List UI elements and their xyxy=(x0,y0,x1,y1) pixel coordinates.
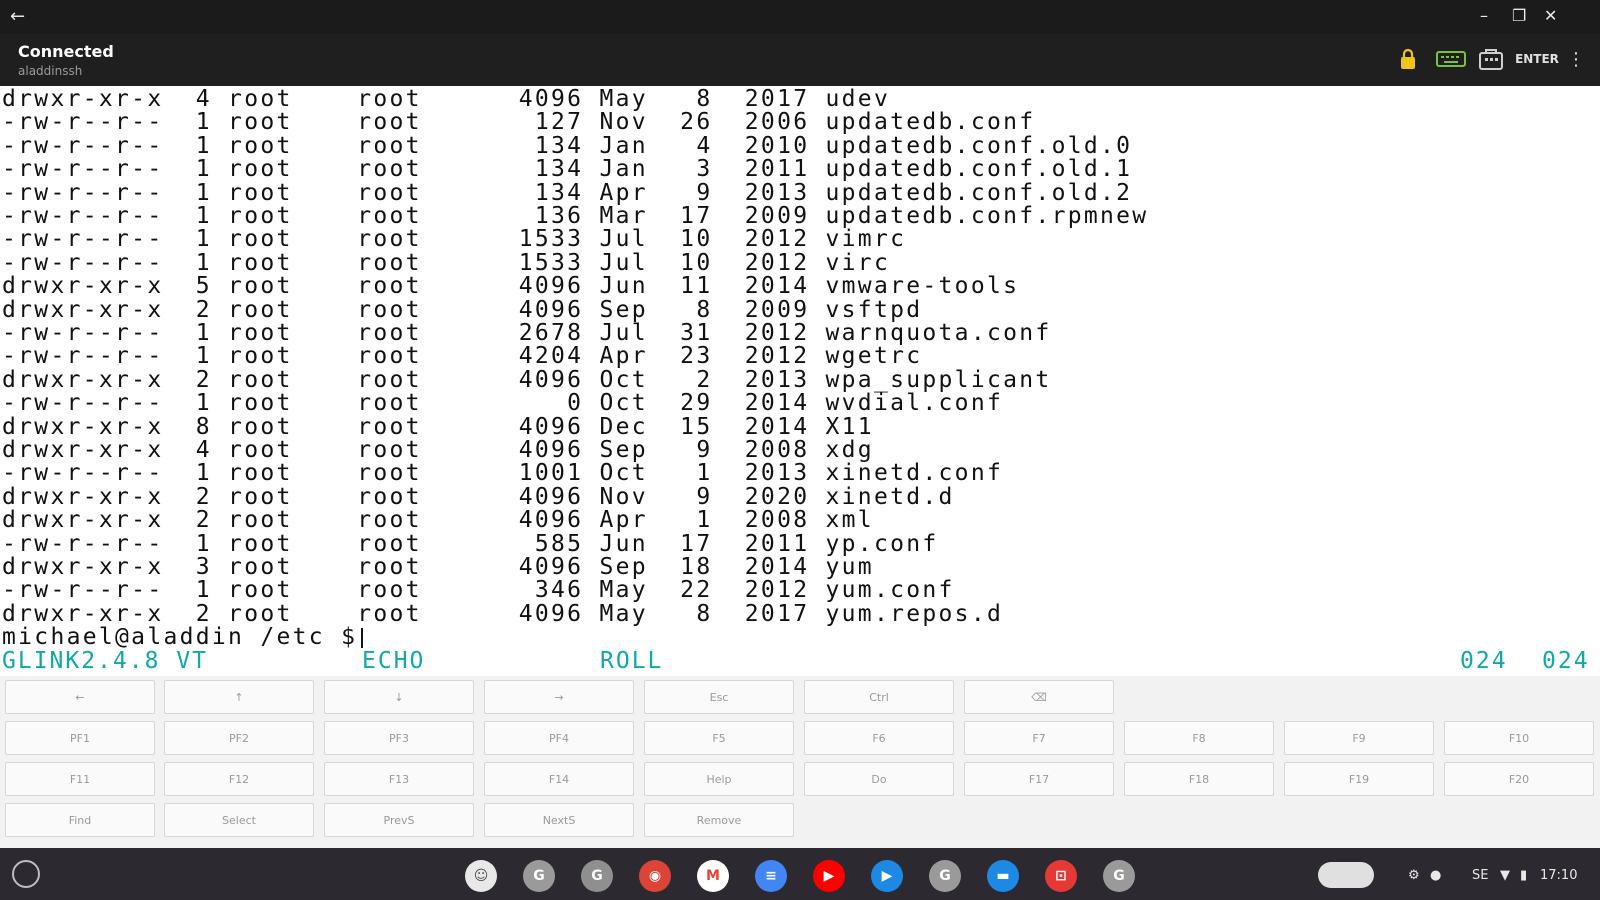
key-f6[interactable]: F6 xyxy=(804,721,954,755)
glink-app-icon-4[interactable]: G xyxy=(1103,860,1135,892)
terminal-line: -rw-r--r-- 1 root root 1533 Jul 10 2012 … xyxy=(2,226,907,253)
key-f18[interactable]: F18 xyxy=(1124,762,1274,796)
terminal-line: -rw-r--r-- 1 root root 1001 Oct 1 2013 x… xyxy=(2,460,1004,487)
key-f20[interactable]: F20 xyxy=(1444,762,1594,796)
terminal-line: -rw-r--r-- 1 root root 2678 Jul 31 2012 … xyxy=(2,320,1052,346)
keypad-icon[interactable] xyxy=(1476,48,1506,70)
notification-icon: ● xyxy=(1430,868,1442,883)
terminal-line: -rw-r--r-- 1 root root 0 Oct 29 2014 wvd… xyxy=(2,390,1004,417)
launcher-circle-icon[interactable] xyxy=(12,860,40,888)
minimize-icon[interactable]: – xyxy=(1480,6,1488,25)
terminal-output[interactable]: drwxr-xr-x 4 root root 4096 May 8 2017 u… xyxy=(0,86,1600,676)
keyboard-icon[interactable] xyxy=(1436,48,1466,70)
glink-app-icon-3[interactable]: G xyxy=(929,860,961,892)
terminal-line: -rw-r--r-- 1 root root 346 May 22 2012 y… xyxy=(2,577,955,604)
key-ctrl[interactable]: Ctrl xyxy=(804,680,954,714)
chat-icon[interactable]: ☺ xyxy=(465,860,497,892)
key-esc[interactable]: Esc xyxy=(644,680,794,714)
cursor-row: 024 xyxy=(1460,648,1508,674)
key-pf1[interactable]: PF1 xyxy=(5,721,155,755)
user-avatar-icon[interactable] xyxy=(1318,862,1374,888)
terminal-prompt: michael@aladdin /etc $ xyxy=(2,624,358,651)
key-f12[interactable]: F12 xyxy=(164,762,314,796)
terminal-line: -rw-r--r-- 1 root root 127 Nov 26 2006 u… xyxy=(2,109,1036,136)
echo-indicator: ECHO xyxy=(362,648,426,674)
app-toolbar: Connected aladdinssh ENTER ⋮ xyxy=(0,34,1600,86)
host-name: aladdinssh xyxy=(18,64,83,78)
cursor-col: 024 xyxy=(1542,648,1590,674)
key-backspace[interactable]: ⌫ xyxy=(964,680,1114,714)
text-cursor xyxy=(361,627,364,648)
play-store-icon[interactable]: ▶ xyxy=(871,860,903,892)
glink-app-icon-2[interactable]: G xyxy=(581,860,613,892)
glink-app-icon-1[interactable]: G xyxy=(523,860,555,892)
youtube-icon[interactable]: ▶ xyxy=(813,860,845,892)
files-icon[interactable]: ▬ xyxy=(987,860,1019,892)
key-f8[interactable]: F8 xyxy=(1124,721,1274,755)
terminal-line: drwxr-xr-x 2 root root 4096 Nov 9 2020 x… xyxy=(2,483,955,510)
key-nexts[interactable]: NextS xyxy=(484,803,634,837)
terminal-line: drwxr-xr-x 2 root root 4096 Apr 1 2008 x… xyxy=(2,507,874,534)
connection-status: Connected xyxy=(18,42,114,61)
terminal-line: drwxr-xr-x 2 root root 4096 Sep 8 2009 v… xyxy=(2,296,923,323)
key-f19[interactable]: F19 xyxy=(1284,762,1434,796)
terminal-line: drwxr-xr-x 4 root root 4096 Sep 9 2008 x… xyxy=(2,437,874,463)
terminal-line: -rw-r--r-- 1 root root 1533 Jul 10 2012 … xyxy=(2,249,891,276)
key-do[interactable]: Do xyxy=(804,762,954,796)
terminal-line: drwxr-xr-x 4 root root 4096 May 8 2017 u… xyxy=(2,86,891,112)
virtual-keypad: ← ↑ ↓ → Esc Ctrl ⌫ PF1 PF2 PF3 PF4 F5 F6… xyxy=(0,676,1600,848)
key-arrow-down[interactable]: ↓ xyxy=(324,680,474,714)
key-prevs[interactable]: PrevS xyxy=(324,803,474,837)
key-f10[interactable]: F10 xyxy=(1444,721,1594,755)
docs-icon[interactable]: ≡ xyxy=(755,860,787,892)
terminal-line: drwxr-xr-x 8 root root 4096 Dec 15 2014 … xyxy=(2,413,874,440)
screenshot-icon[interactable]: ⊡ xyxy=(1045,860,1077,892)
key-arrow-right[interactable]: → xyxy=(484,680,634,714)
key-f17[interactable]: F17 xyxy=(964,762,1114,796)
key-arrow-left[interactable]: ← xyxy=(5,680,155,714)
close-icon[interactable]: ✕ xyxy=(1544,6,1557,25)
terminal-prompt-line[interactable]: michael@aladdin /etc $ xyxy=(2,624,364,651)
terminal-line: -rw-r--r-- 1 root root 136 Mar 17 2009 u… xyxy=(2,203,1149,229)
key-remove[interactable]: Remove xyxy=(644,803,794,837)
terminal-line: -rw-r--r-- 1 root root 4204 Apr 23 2012 … xyxy=(2,343,923,370)
key-f11[interactable]: F11 xyxy=(5,762,155,796)
terminal-line: drwxr-xr-x 5 root root 4096 Jun 11 2014 … xyxy=(2,273,1020,300)
lock-icon[interactable] xyxy=(1398,48,1418,70)
window-titlebar: ← – ❐ ✕ xyxy=(0,0,1600,34)
key-pf4[interactable]: PF4 xyxy=(484,721,634,755)
key-pf3[interactable]: PF3 xyxy=(324,721,474,755)
wifi-icon: ▼ xyxy=(1500,868,1510,883)
more-vert-icon[interactable]: ⋮ xyxy=(1567,48,1585,70)
terminal-line: -rw-r--r-- 1 root root 134 Jan 4 2010 up… xyxy=(2,132,1133,159)
key-f5[interactable]: F5 xyxy=(644,721,794,755)
terminal-line: drwxr-xr-x 2 root root 4096 May 8 2017 y… xyxy=(2,600,1004,627)
terminal-line: -rw-r--r-- 1 root root 134 Jan 3 2011 up… xyxy=(2,156,1133,183)
key-help[interactable]: Help xyxy=(644,762,794,796)
battery-icon: ▮ xyxy=(1520,868,1528,883)
terminal-line: drwxr-xr-x 3 root root 4096 Sep 18 2014 … xyxy=(2,554,874,580)
clock: 17:10 xyxy=(1540,868,1578,883)
key-f9[interactable]: F9 xyxy=(1284,721,1434,755)
key-f14[interactable]: F14 xyxy=(484,762,634,796)
key-f7[interactable]: F7 xyxy=(964,721,1114,755)
terminal-line: -rw-r--r-- 1 root root 585 Jun 17 2011 y… xyxy=(2,530,939,557)
key-pf2[interactable]: PF2 xyxy=(164,721,314,755)
chrome-icon[interactable]: ◉ xyxy=(639,860,671,892)
arrow-left-icon[interactable]: ← xyxy=(10,6,25,27)
settings-icon: ⚙ xyxy=(1408,868,1420,883)
gmail-icon[interactable]: M xyxy=(697,860,729,892)
terminal-line: drwxr-xr-x 2 root root 4096 Oct 2 2013 w… xyxy=(2,366,1052,393)
key-select[interactable]: Select xyxy=(164,803,314,837)
terminal-line: -rw-r--r-- 1 root root 134 Apr 9 2013 up… xyxy=(2,179,1133,206)
restore-icon[interactable]: ❐ xyxy=(1512,6,1526,25)
roll-indicator: ROLL xyxy=(600,648,664,674)
key-find[interactable]: Find xyxy=(5,803,155,837)
locale-indicator: SE xyxy=(1472,868,1489,883)
emulator-version: GLINK2.4.8 VT xyxy=(2,648,209,674)
key-arrow-up[interactable]: ↑ xyxy=(164,680,314,714)
key-f13[interactable]: F13 xyxy=(324,762,474,796)
enter-key[interactable]: ENTER xyxy=(1515,48,1559,70)
